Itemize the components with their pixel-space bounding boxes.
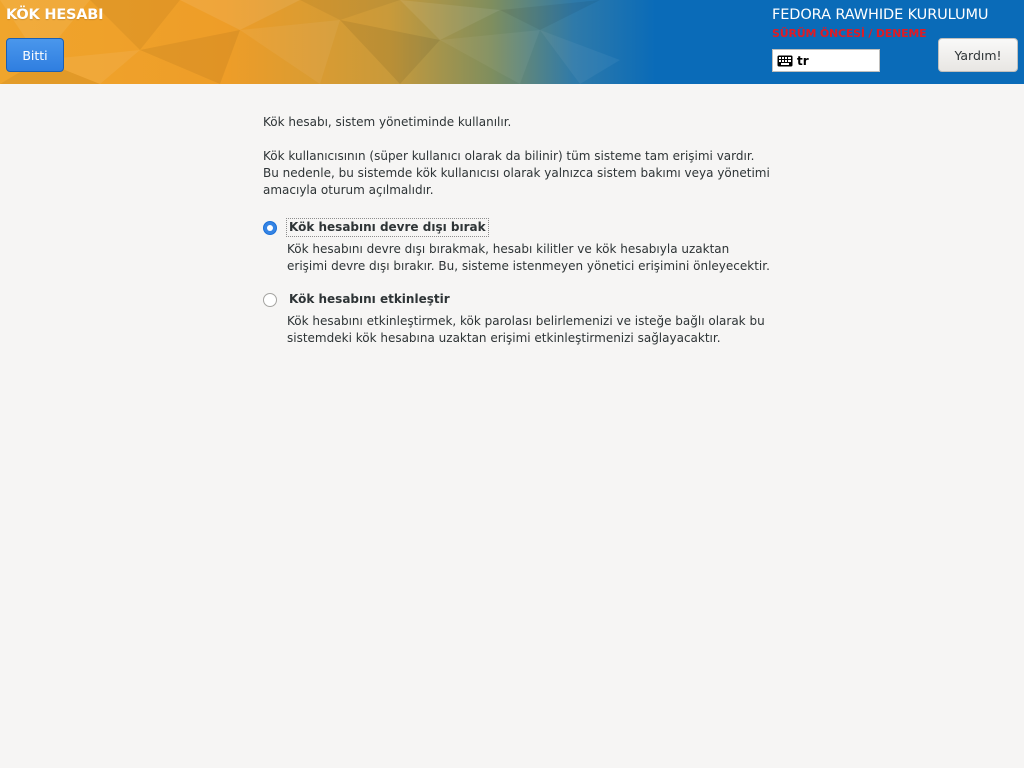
help-button[interactable]: Yardım! [938, 38, 1018, 72]
root-account-content: Kök hesabı, sistem yönetiminde kullanılı… [263, 114, 773, 363]
enable-root-radio[interactable] [263, 293, 277, 307]
keyboard-layout-label: tr [797, 53, 809, 68]
enable-root-label[interactable]: Kök hesabını etkinleştir [287, 291, 452, 308]
option-enable-root[interactable]: Kök hesabını etkinleştir Kök hesabını et… [263, 291, 773, 347]
product-title: FEDORA RAWHIDE KURULUMU [772, 7, 989, 23]
intro-text: Kök hesabı, sistem yönetiminde kullanılı… [263, 115, 512, 129]
spoke-title: KÖK HESABI [6, 7, 104, 23]
option-disable-root[interactable]: Kök hesabını devre dışı bırak Kök hesabı… [263, 218, 773, 275]
details-text: Kök kullanıcısının (süper kullanıcı olar… [263, 149, 770, 197]
keyboard-icon [777, 55, 793, 66]
enable-root-description: Kök hesabını etkinleştirmek, kök parolas… [287, 314, 765, 345]
header-bar: KÖK HESABI Bitti FEDORA RAWHIDE KURULUMU… [0, 0, 1024, 84]
keyboard-layout-indicator[interactable]: tr [772, 49, 880, 72]
disable-root-label[interactable]: Kök hesabını devre dışı bırak [286, 218, 489, 237]
disable-root-description: Kök hesabını devre dışı bırakmak, hesabı… [287, 242, 770, 273]
done-button[interactable]: Bitti [6, 38, 64, 72]
disable-root-radio[interactable] [263, 221, 277, 235]
beta-warning: SÜRÜM ÖNCESİ / DENEME [772, 27, 927, 40]
